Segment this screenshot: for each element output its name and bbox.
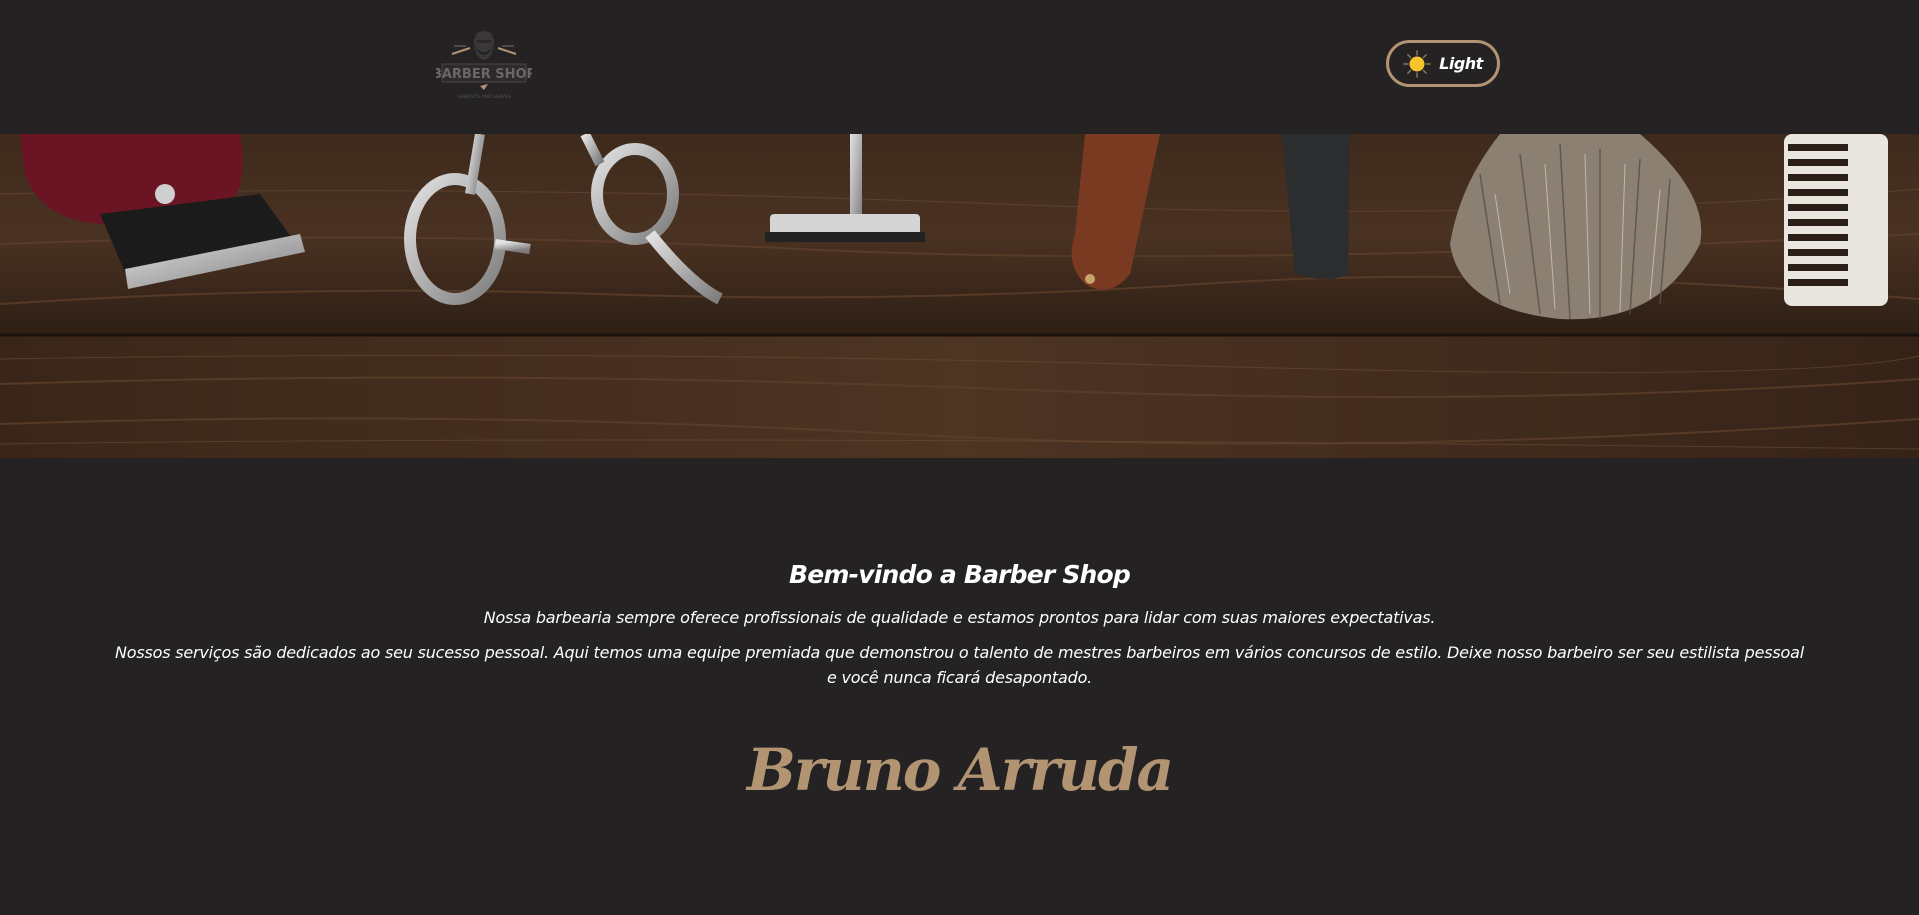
page: BARBER SHOP HAIRCUTS AND SHAVES Light Be… [0, 0, 1919, 915]
theme-toggle-label: Light [1439, 54, 1483, 73]
owner-signature: Bruno Arruda [746, 736, 1174, 804]
barber-logo-icon: BARBER SHOP HAIRCUTS AND SHAVES [432, 31, 536, 100]
hero-banner-image [0, 134, 1919, 458]
intro-paragraph: Nossa barbearia sempre oferece profissio… [483, 608, 1436, 627]
welcome-title: Bem-vindo a Barber Shop [788, 560, 1131, 589]
comb-tool [1784, 134, 1888, 306]
services-paragraph: Nossos serviços são dedicados ao seu suc… [115, 643, 1804, 687]
barber-shop-logo[interactable]: BARBER SHOP HAIRCUTS AND SHAVES [432, 24, 536, 102]
logo-text: BARBER SHOP [436, 67, 532, 82]
theme-toggle-button[interactable]: Light [1386, 40, 1500, 87]
site-header: BARBER SHOP HAIRCUTS AND SHAVES Light [0, 0, 1919, 134]
sun-icon [1403, 49, 1431, 78]
logo-tagline: HAIRCUTS AND SHAVES [457, 94, 510, 100]
